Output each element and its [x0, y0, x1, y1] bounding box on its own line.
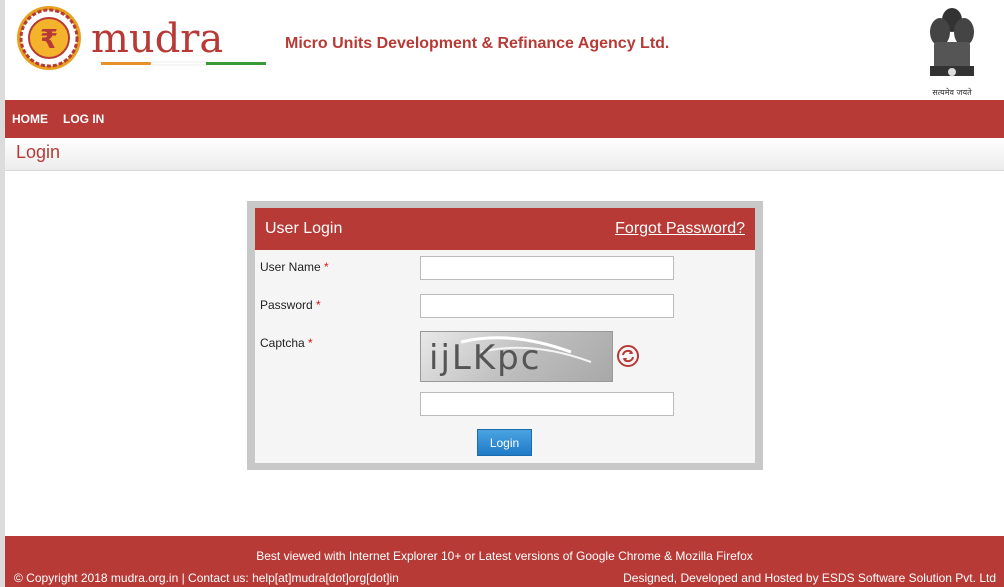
main-nav: HOME LOG IN: [5, 100, 1004, 138]
required-mark: *: [324, 260, 329, 274]
username-label-text: User Name: [260, 260, 321, 274]
copyright-text: © Copyright 2018 mudra.org.in | Contact …: [14, 571, 399, 585]
login-panel-title: User Login: [265, 220, 343, 237]
password-label-text: Password: [260, 298, 313, 312]
page-title-bar: Login: [5, 138, 1004, 171]
username-input[interactable]: [420, 256, 674, 280]
captcha-label: Captcha *: [260, 336, 313, 350]
forgot-password-link[interactable]: Forgot Password?: [615, 220, 745, 238]
national-emblem: सत्यमेव जयते: [924, 2, 980, 97]
rupee-seal-logo-icon: ₹: [17, 6, 81, 70]
browser-notice: Best viewed with Internet Explorer 10+ o…: [256, 549, 753, 563]
refresh-icon[interactable]: [616, 344, 640, 368]
username-label: User Name *: [260, 260, 329, 274]
captcha-input[interactable]: [420, 392, 674, 416]
page-title: Login: [16, 142, 61, 162]
emblem-motto: सत्यमेव जयते: [932, 88, 972, 97]
nav-item-login[interactable]: LOG IN: [63, 112, 104, 126]
login-panel-border: User Login Forgot Password? User Name * …: [247, 201, 763, 470]
password-input[interactable]: [420, 294, 674, 318]
nav-item-home[interactable]: HOME: [12, 112, 48, 126]
required-mark: *: [308, 336, 313, 350]
captcha-text: ijLKpc: [429, 338, 542, 378]
designed-by-text: Designed, Developed and Hosted by ESDS S…: [623, 571, 996, 585]
mudra-wordmark-logo: mudra: [91, 16, 266, 66]
password-label: Password *: [260, 298, 321, 312]
login-panel-header: User Login Forgot Password?: [255, 208, 755, 250]
site-footer: Best viewed with Internet Explorer 10+ o…: [5, 536, 1004, 587]
login-button[interactable]: Login: [477, 429, 532, 456]
ashoka-emblem-icon: [930, 8, 974, 76]
login-panel: User Login Forgot Password? User Name * …: [255, 208, 755, 463]
agency-name: Micro Units Development & Refinance Agen…: [285, 35, 670, 52]
required-mark: *: [316, 298, 321, 312]
svg-text:₹: ₹: [40, 25, 58, 55]
site-header: ₹ mudra Micro Units Development & Refina…: [5, 0, 1004, 100]
logo-word-text: mudra: [91, 16, 223, 62]
captcha-image: ijLKpc: [420, 331, 613, 382]
captcha-label-text: Captcha: [260, 336, 305, 350]
